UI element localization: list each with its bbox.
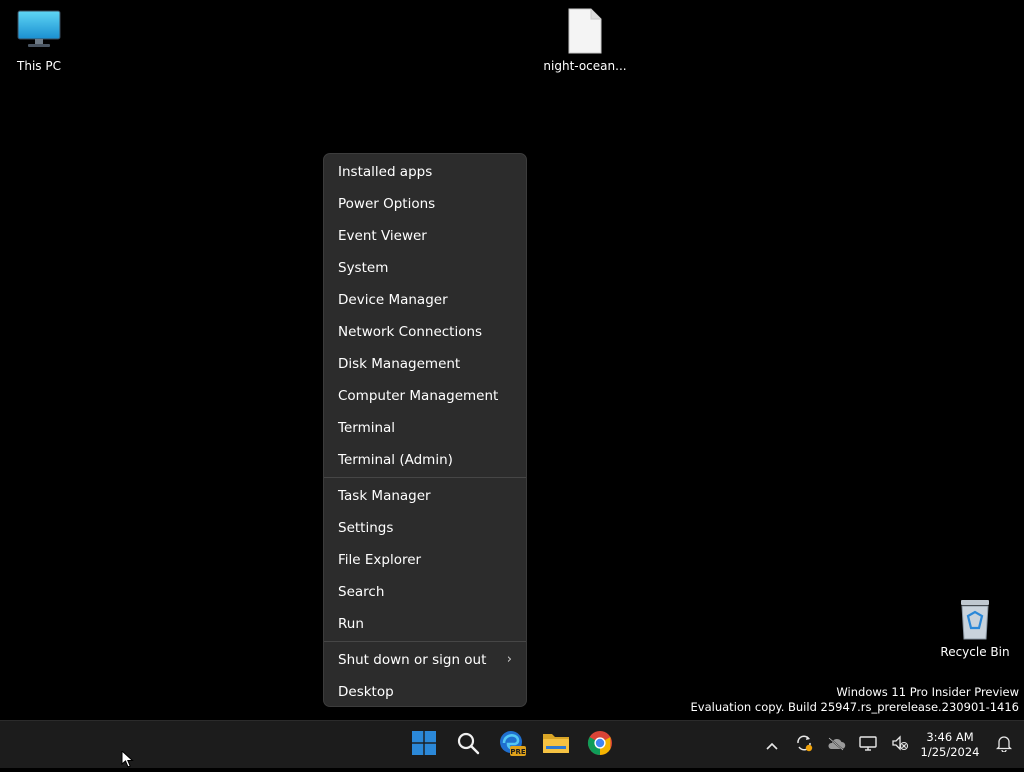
search-button[interactable] xyxy=(446,725,490,765)
start-icon xyxy=(412,731,436,759)
menu-item-shut-down-or-sign-out[interactable]: Shut down or sign out › xyxy=(324,644,526,676)
taskbar-apps: PRE xyxy=(402,725,622,765)
sync-tray-button[interactable] xyxy=(788,725,820,765)
onedrive-icon xyxy=(826,736,846,755)
network-tray-button[interactable] xyxy=(852,725,884,765)
menu-item-system[interactable]: System xyxy=(324,252,526,284)
power-user-menu: Installed apps Power Options Event Viewe… xyxy=(323,153,527,707)
chrome-icon xyxy=(587,730,613,760)
system-tray: 3:46 AM 1/25/2024 xyxy=(756,725,1024,765)
menu-item-device-manager[interactable]: Device Manager xyxy=(324,284,526,316)
menu-item-file-explorer[interactable]: File Explorer xyxy=(324,544,526,576)
chrome-button[interactable] xyxy=(578,725,622,765)
desktop-icon-label: night-ocean... xyxy=(543,59,627,73)
watermark-build: Evaluation copy. Build 25947.rs_prerelea… xyxy=(690,700,1019,714)
edge-beta-icon: PRE xyxy=(498,729,526,761)
edge-beta-button[interactable]: PRE xyxy=(490,725,534,765)
chevron-up-icon xyxy=(765,736,779,755)
menu-item-task-manager[interactable]: Task Manager xyxy=(324,480,526,512)
file-explorer-button[interactable] xyxy=(534,725,578,765)
menu-item-terminal-admin[interactable]: Terminal (Admin) xyxy=(324,444,526,476)
menu-item-label: Shut down or sign out xyxy=(338,652,487,668)
notifications-button[interactable] xyxy=(984,725,1024,765)
desktop-icon-label: Recycle Bin xyxy=(940,645,1010,659)
mouse-cursor-icon xyxy=(121,749,135,772)
sync-icon xyxy=(795,734,813,756)
bell-icon xyxy=(995,734,1013,756)
menu-separator xyxy=(324,477,526,478)
clock-date: 1/25/2024 xyxy=(920,745,980,759)
clock[interactable]: 3:46 AM 1/25/2024 xyxy=(916,730,984,760)
desktop-icon-recycle-bin[interactable]: Recycle Bin xyxy=(930,598,1020,659)
clock-time: 3:46 AM xyxy=(926,730,974,744)
menu-item-desktop[interactable]: Desktop xyxy=(324,676,526,708)
menu-item-disk-management[interactable]: Disk Management xyxy=(324,348,526,380)
chevron-right-icon: › xyxy=(506,652,512,667)
menu-item-search[interactable]: Search xyxy=(324,576,526,608)
volume-muted-icon xyxy=(891,735,909,755)
watermark-edition: Windows 11 Pro Insider Preview xyxy=(836,685,1019,699)
file-explorer-icon xyxy=(542,731,570,759)
desktop-icon-this-pc[interactable]: This PC xyxy=(0,10,84,73)
evaluation-watermark: Windows 11 Pro Insider Preview Evaluatio… xyxy=(691,685,1019,715)
taskbar: PRE 3:46 AM 1/25/2024 xyxy=(0,720,1024,768)
onedrive-tray-button[interactable] xyxy=(820,725,852,765)
menu-item-computer-management[interactable]: Computer Management xyxy=(324,380,526,412)
menu-item-event-viewer[interactable]: Event Viewer xyxy=(324,220,526,252)
volume-tray-button[interactable] xyxy=(884,725,916,765)
menu-item-run[interactable]: Run xyxy=(324,608,526,640)
show-hidden-icons-button[interactable] xyxy=(756,725,788,765)
desktop-icon-label: This PC xyxy=(17,59,61,73)
file-icon xyxy=(567,8,603,57)
search-icon xyxy=(456,731,480,759)
monitor-icon xyxy=(17,10,61,53)
menu-separator xyxy=(324,641,526,642)
menu-item-terminal[interactable]: Terminal xyxy=(324,412,526,444)
menu-item-installed-apps[interactable]: Installed apps xyxy=(324,156,526,188)
recycle-bin-icon xyxy=(957,600,993,643)
edge-badge-text: PRE xyxy=(510,748,526,756)
menu-item-power-options[interactable]: Power Options xyxy=(324,188,526,220)
menu-item-network-connections[interactable]: Network Connections xyxy=(324,316,526,348)
menu-item-settings[interactable]: Settings xyxy=(324,512,526,544)
desktop-icon-night-ocean[interactable]: night-ocean... xyxy=(540,8,630,73)
network-icon xyxy=(859,735,877,755)
start-button[interactable] xyxy=(402,725,446,765)
